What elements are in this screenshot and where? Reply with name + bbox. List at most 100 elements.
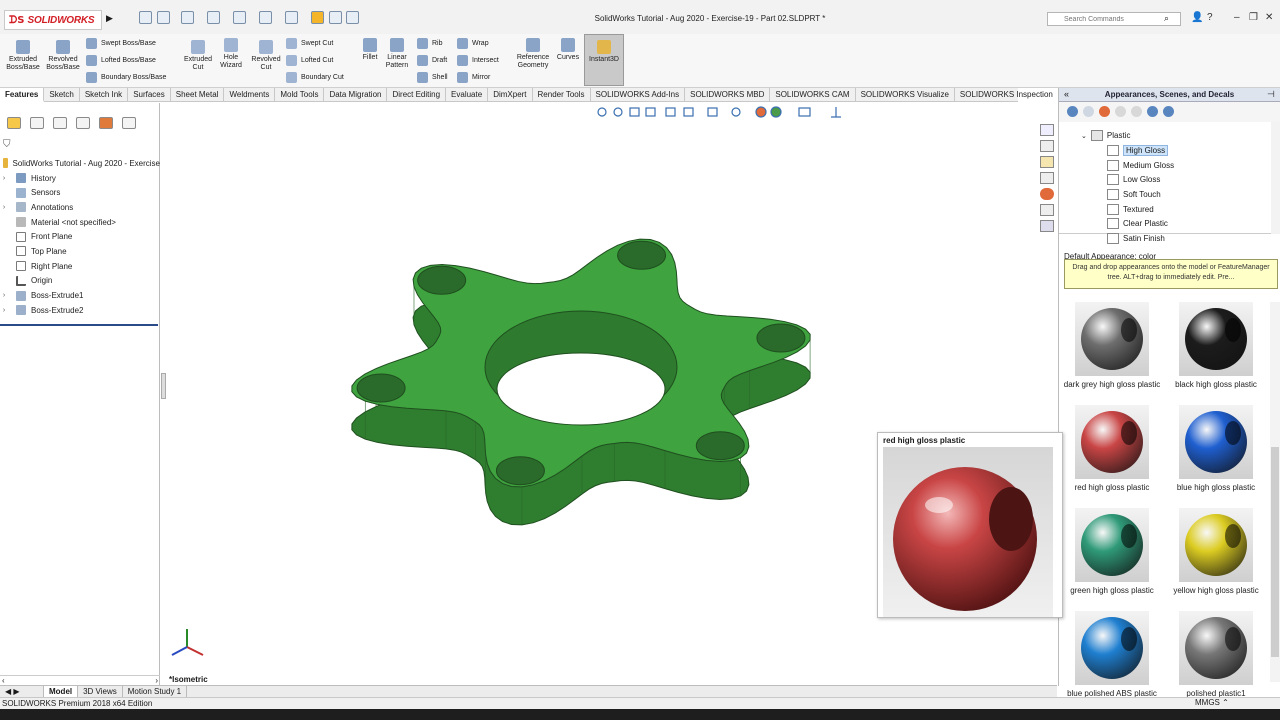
extruded-boss-button[interactable]: Extruded Boss/Base bbox=[4, 40, 42, 72]
tree-item-high-gloss[interactable]: High Gloss bbox=[1107, 145, 1169, 156]
menu-expand-icon[interactable]: ▶ bbox=[106, 13, 113, 24]
file-explorer-icon[interactable] bbox=[1040, 156, 1054, 168]
tree-item-right-plane[interactable]: Right Plane bbox=[0, 259, 160, 274]
appearances-tab-icon[interactable] bbox=[1040, 188, 1054, 200]
tree-item-low-gloss[interactable]: Low Gloss bbox=[1107, 174, 1160, 185]
search-icon[interactable]: ⌕ bbox=[1164, 13, 1169, 24]
tree-item-soft-touch[interactable]: Soft Touch bbox=[1107, 189, 1161, 200]
curves-button[interactable]: Curves bbox=[554, 38, 582, 62]
tree-item-boss-extrude2[interactable]: › Boss-Extrude2 bbox=[0, 303, 160, 318]
appearance-swatch[interactable]: dark grey high gloss plastic bbox=[1062, 302, 1162, 389]
filter-icon[interactable]: ⛉ bbox=[3, 139, 11, 150]
fillet-button[interactable]: Fillet bbox=[356, 38, 384, 62]
tab-mold-tools[interactable]: Mold Tools bbox=[275, 88, 325, 102]
wrap-button[interactable]: Wrap bbox=[457, 38, 489, 49]
tree-item-annotations[interactable]: › Annotations bbox=[0, 200, 160, 215]
expand-icon[interactable]: › bbox=[0, 175, 8, 182]
hole-wizard-button[interactable]: Hole Wizard bbox=[214, 38, 248, 70]
tab-surfaces[interactable]: Surfaces bbox=[128, 88, 171, 102]
appearance-swatch[interactable]: blue high gloss plastic bbox=[1166, 405, 1266, 492]
horizontal-scrollbar[interactable]: ‹ › bbox=[0, 675, 160, 685]
scroll-buttons[interactable]: ◀ ▶ bbox=[0, 686, 44, 697]
tree-folder-plastic[interactable]: ⌄ Plastic bbox=[1081, 130, 1130, 141]
expand-icon[interactable]: › bbox=[0, 292, 8, 299]
tree-item-material[interactable]: Material <not specified> bbox=[0, 215, 160, 230]
design-library-icon[interactable] bbox=[1040, 140, 1054, 152]
search-commands[interactable]: ⌕ bbox=[1047, 12, 1181, 26]
tab-direct-editing[interactable]: Direct Editing bbox=[387, 88, 447, 102]
scroll-left-icon[interactable]: ‹ bbox=[2, 676, 5, 685]
expand-icon[interactable]: › bbox=[0, 204, 8, 211]
tab-cam[interactable]: SOLIDWORKS CAM bbox=[770, 88, 856, 102]
tab-dimxpert[interactable]: DimXpert bbox=[488, 88, 533, 102]
view-palette-icon[interactable] bbox=[1040, 172, 1054, 184]
search-commands-input[interactable] bbox=[1048, 13, 1158, 25]
tree-item-history[interactable]: › History bbox=[0, 171, 160, 186]
tab-data-migration[interactable]: Data Migration bbox=[324, 88, 388, 102]
appearance-icon[interactable] bbox=[1099, 106, 1110, 117]
new-document-icon[interactable] bbox=[157, 11, 170, 24]
add-file-icon[interactable] bbox=[1131, 106, 1142, 117]
swatch-scrollbar[interactable] bbox=[1270, 302, 1280, 682]
property-manager-tab-icon[interactable] bbox=[30, 117, 44, 129]
tab-model[interactable]: Model bbox=[44, 686, 79, 697]
swept-boss-button[interactable]: Swept Boss/Base bbox=[86, 38, 156, 49]
boundary-cut-button[interactable]: Boundary Cut bbox=[286, 72, 344, 83]
revolved-cut-button[interactable]: Revolved Cut bbox=[248, 40, 284, 72]
rib-button[interactable]: Rib bbox=[417, 38, 443, 49]
tab-sheet-metal[interactable]: Sheet Metal bbox=[171, 88, 225, 102]
maximize-button[interactable]: ❐ bbox=[1249, 12, 1258, 23]
appearance-swatch[interactable]: red high gloss plastic bbox=[1062, 405, 1162, 492]
home-icon[interactable] bbox=[139, 11, 152, 24]
tree-root-part[interactable]: SolidWorks Tutorial - Aug 2020 - Exercis… bbox=[0, 156, 160, 171]
expand-icon[interactable]: ⌄ bbox=[1081, 132, 1087, 140]
pin-icon[interactable]: ⊣ bbox=[1267, 89, 1275, 100]
feature-tree-tab-icon[interactable] bbox=[7, 117, 21, 129]
scroll-right-icon[interactable]: › bbox=[155, 676, 158, 685]
back-icon[interactable] bbox=[1067, 106, 1078, 117]
refresh-icon[interactable] bbox=[1147, 106, 1158, 117]
tree-item-medium-gloss[interactable]: Medium Gloss bbox=[1107, 160, 1174, 171]
tab-render-tools[interactable]: Render Tools bbox=[533, 88, 591, 102]
heads-up-icons[interactable] bbox=[596, 105, 846, 119]
forward-icon[interactable] bbox=[1083, 106, 1094, 117]
tab-3d-views[interactable]: 3D Views bbox=[78, 686, 123, 697]
undo-icon[interactable] bbox=[259, 11, 272, 24]
extruded-cut-button[interactable]: Extruded Cut bbox=[180, 40, 216, 72]
lofted-cut-button[interactable]: Lofted Cut bbox=[286, 55, 333, 66]
dimxpert-manager-tab-icon[interactable] bbox=[76, 117, 90, 129]
tree-item-top-plane[interactable]: Top Plane bbox=[0, 244, 160, 259]
tree-item-boss-extrude1[interactable]: › Boss-Extrude1 bbox=[0, 288, 160, 303]
units-selector[interactable]: MMGS ⌃ bbox=[1195, 698, 1229, 707]
minimize-button[interactable]: – bbox=[1234, 12, 1240, 23]
options-icon[interactable] bbox=[346, 11, 359, 24]
linear-pattern-button[interactable]: Linear Pattern bbox=[382, 38, 412, 70]
rebuild-icon[interactable] bbox=[311, 11, 324, 24]
appearance-swatch[interactable]: polished plastic1 bbox=[1166, 611, 1266, 698]
lofted-boss-button[interactable]: Lofted Boss/Base bbox=[86, 55, 156, 66]
part-geometry[interactable] bbox=[351, 238, 811, 526]
tree-item-origin[interactable]: Origin bbox=[0, 274, 160, 289]
tab-inspection[interactable]: SOLIDWORKS Inspection bbox=[955, 88, 1059, 102]
more-tabs-icon[interactable] bbox=[122, 117, 136, 129]
part-model[interactable] bbox=[341, 213, 821, 533]
tab-mbd[interactable]: SOLIDWORKS MBD bbox=[685, 88, 771, 102]
rollback-bar[interactable] bbox=[0, 323, 158, 326]
tree-item-satin-finish[interactable]: Satin Finish bbox=[1107, 233, 1165, 244]
appearance-swatch[interactable]: yellow high gloss plastic bbox=[1166, 508, 1266, 595]
draft-button[interactable]: Draft bbox=[417, 55, 447, 66]
revolved-boss-button[interactable]: Revolved Boss/Base bbox=[44, 40, 82, 72]
tab-visualize[interactable]: SOLIDWORKS Visualize bbox=[856, 88, 955, 102]
tree-scrollbar[interactable] bbox=[1271, 122, 1280, 234]
expand-icon[interactable]: › bbox=[0, 307, 8, 314]
forum-icon[interactable] bbox=[1040, 220, 1054, 232]
appearance-swatch[interactable]: green high gloss plastic bbox=[1062, 508, 1162, 595]
display-manager-tab-icon[interactable] bbox=[99, 117, 113, 129]
instant3d-button[interactable]: Instant3D bbox=[584, 34, 624, 86]
close-button[interactable]: ✕ bbox=[1265, 12, 1273, 23]
file-properties-icon[interactable] bbox=[329, 11, 342, 24]
print-icon[interactable] bbox=[233, 11, 246, 24]
up-icon[interactable] bbox=[1163, 106, 1174, 117]
solidworks-logo[interactable]: ᗪS SOLIDWORKS bbox=[4, 10, 102, 30]
tab-addins[interactable]: SOLIDWORKS Add-Ins bbox=[591, 88, 686, 102]
